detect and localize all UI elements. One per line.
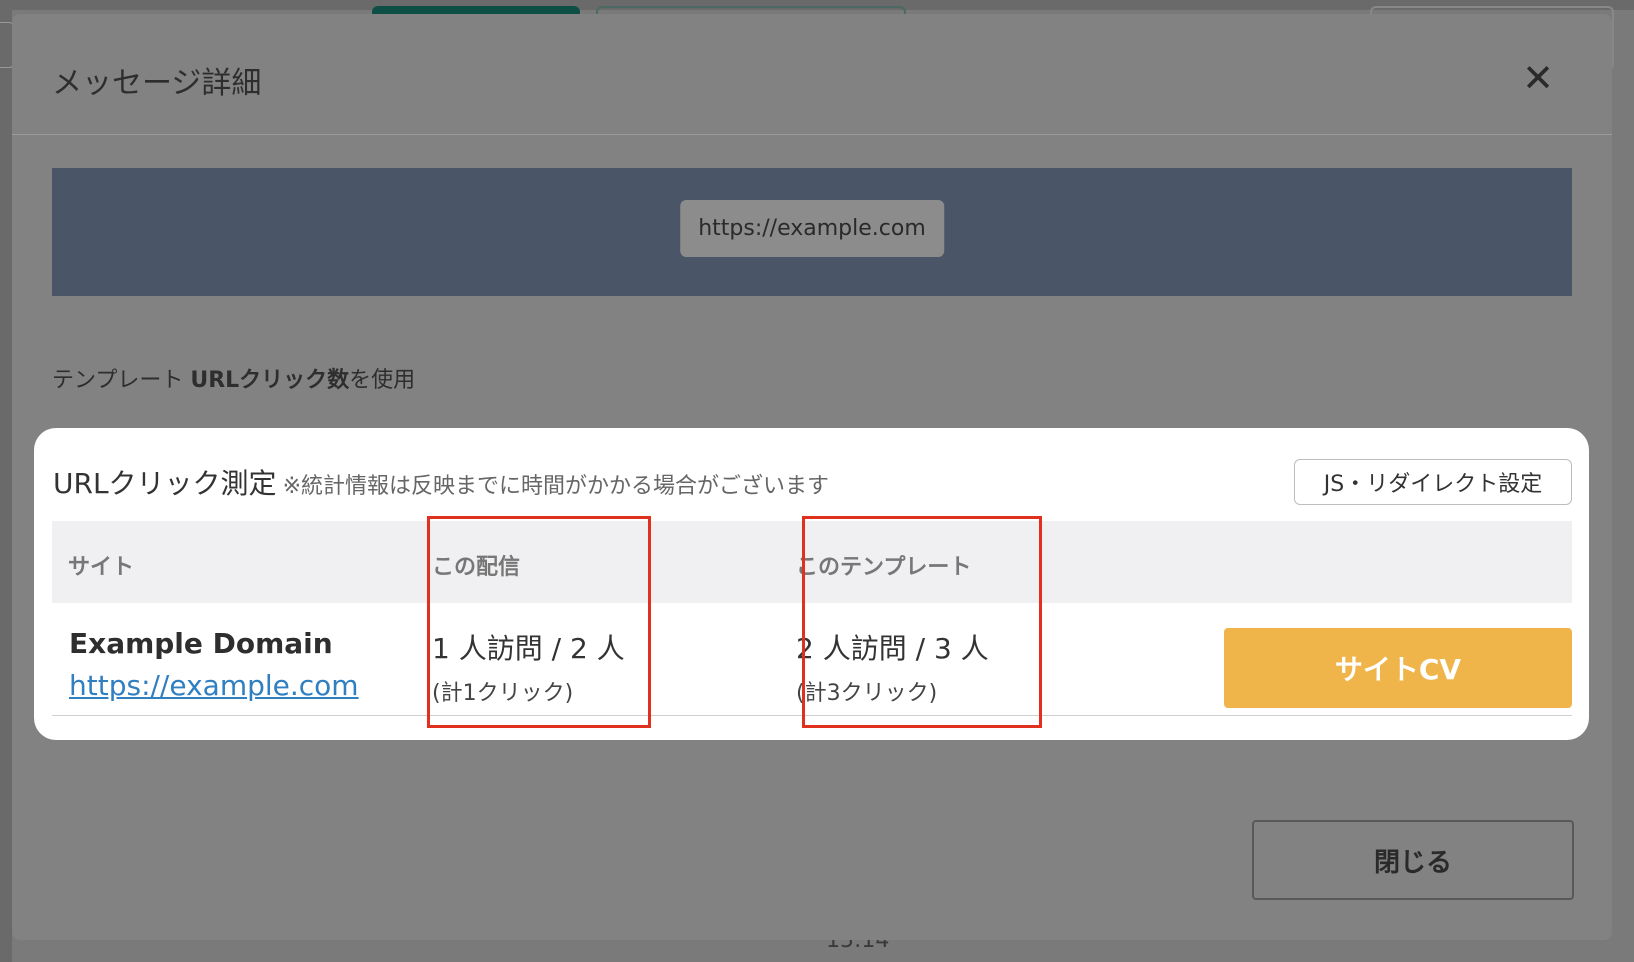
highlight-box-delivery xyxy=(427,516,651,728)
site-url-link[interactable]: https://example.com xyxy=(69,669,359,702)
background-left-edge xyxy=(0,0,12,962)
message-preview: https://example.com xyxy=(52,168,1572,296)
template-line-bold: URLクリック数 xyxy=(190,368,350,393)
close-button[interactable]: 閉じる xyxy=(1252,820,1574,900)
template-line-suffix: を使用 xyxy=(349,368,416,393)
preview-url-chip[interactable]: https://example.com xyxy=(680,200,944,257)
column-header-site: サイト xyxy=(68,555,135,580)
modal-header: メッセージ詳細 ✕ xyxy=(12,14,1612,135)
card-note: ※統計情報は反映までに時間がかかる場合がございます xyxy=(282,474,829,499)
card-title: URLクリック測定 ※統計情報は反映までに時間がかかる場合がございます xyxy=(53,462,829,502)
site-cv-button[interactable]: サイトCV xyxy=(1224,628,1572,708)
highlight-box-template xyxy=(802,516,1042,728)
template-usage-text: テンプレート URLクリック数を使用 xyxy=(52,362,415,394)
site-name: Example Domain xyxy=(69,627,333,660)
card-title-text: URLクリック測定 xyxy=(53,467,277,500)
url-click-card: URLクリック測定 ※統計情報は反映までに時間がかかる場合がございます JS・リダ… xyxy=(34,428,1589,740)
js-redirect-settings-button[interactable]: JS・リダイレクト設定 xyxy=(1294,459,1572,505)
modal-title: メッセージ詳細 xyxy=(52,66,262,101)
close-icon[interactable]: ✕ xyxy=(1518,58,1558,98)
template-line-prefix: テンプレート xyxy=(52,368,191,393)
